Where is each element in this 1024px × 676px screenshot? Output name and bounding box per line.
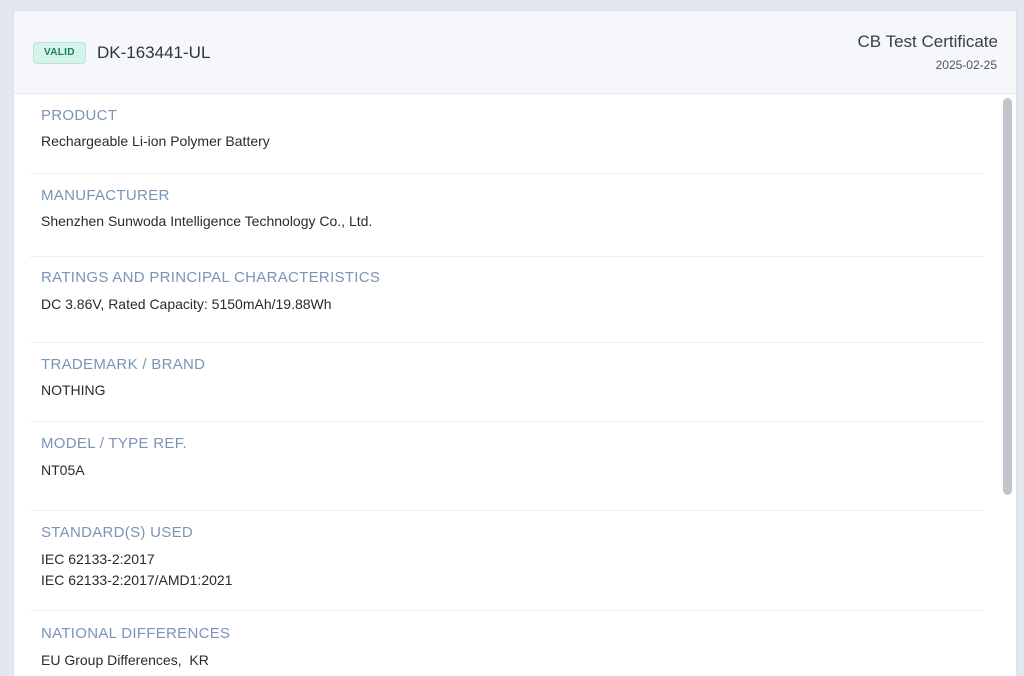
field-label: NATIONAL DIFFERENCES [41, 625, 231, 642]
certificate-header: VALID DK-163441-UL CB Test Certificate 2… [14, 11, 1016, 94]
field-value: DC 3.86V, Rated Capacity: 5150mAh/19.88W… [41, 296, 332, 312]
field-model: MODEL / TYPE REF. NT05A [30, 422, 984, 511]
field-value: EU Group Differences, KR [41, 652, 209, 668]
certificate-number: DK-163441-UL [97, 43, 211, 62]
certificate-date: 2025-02-25 [935, 58, 997, 72]
field-label: MODEL / TYPE REF. [41, 435, 187, 452]
field-label: MANUFACTURER [41, 187, 170, 204]
status-badge: VALID [33, 42, 86, 64]
field-product: PRODUCT Rechargeable Li-ion Polymer Batt… [30, 94, 984, 174]
field-label: STANDARD(S) USED [41, 524, 194, 541]
field-label: PRODUCT [41, 107, 118, 124]
field-value: Shenzhen Sunwoda Intelligence Technology… [41, 213, 373, 229]
field-value: Rechargeable Li-ion Polymer Battery [41, 133, 270, 149]
field-standards: STANDARD(S) USED IEC 62133-2:2017 IEC 62… [30, 511, 984, 611]
scrollbar-thumb[interactable] [1003, 98, 1012, 495]
field-value: IEC 62133-2:2017 [41, 551, 155, 567]
field-label: TRADEMARK / BRAND [41, 356, 206, 373]
field-trademark: TRADEMARK / BRAND NOTHING [30, 343, 984, 422]
field-label: RATINGS AND PRINCIPAL CHARACTERISTICS [41, 269, 381, 286]
field-national-differences: NATIONAL DIFFERENCES EU Group Difference… [30, 611, 984, 676]
field-list: PRODUCT Rechargeable Li-ion Polymer Batt… [30, 94, 984, 676]
field-value: NT05A [41, 462, 85, 478]
scrollbar[interactable] [1002, 94, 1012, 676]
field-value: IEC 62133-2:2017/AMD1:2021 [41, 572, 233, 588]
field-ratings: RATINGS AND PRINCIPAL CHARACTERISTICS DC… [30, 257, 984, 343]
certificate-type: CB Test Certificate [857, 32, 998, 51]
field-manufacturer: MANUFACTURER Shenzhen Sunwoda Intelligen… [30, 174, 984, 257]
certificate-details[interactable]: PRODUCT Rechargeable Li-ion Polymer Batt… [14, 94, 1016, 676]
certificate-card: VALID DK-163441-UL CB Test Certificate 2… [13, 10, 1017, 676]
field-value: NOTHING [41, 382, 106, 398]
